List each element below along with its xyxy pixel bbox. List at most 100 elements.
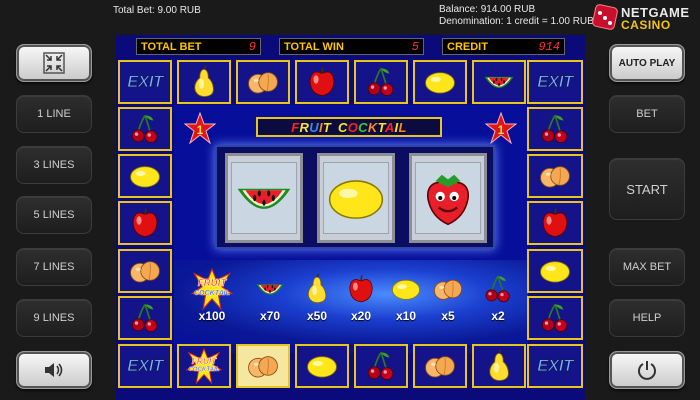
lemon-cell (295, 344, 349, 388)
netgame-casino-logo: NETGAME CASINO (590, 2, 700, 34)
apricot-icon (432, 271, 464, 307)
logo-line2: CASINO (621, 18, 671, 32)
title-letter: C (358, 119, 368, 135)
title-letter: T (322, 119, 332, 135)
game-title: FRUIT COCKTAIL (256, 117, 442, 137)
cherry-icon (482, 271, 514, 307)
power-icon (636, 359, 658, 381)
exit-label: EXIT (127, 356, 164, 376)
title-letter (331, 120, 335, 135)
multiplier-label: x2 (491, 309, 505, 323)
line5-button[interactable]: 5 LINES (16, 196, 92, 234)
paytable-item-pear: x50 (301, 271, 333, 323)
reels-window (215, 145, 495, 249)
apricot-icon (540, 166, 570, 188)
hud-total-bet-label: TOTAL BET (141, 40, 202, 53)
star-1-right-icon: 1 (485, 112, 517, 144)
apricot-icon (248, 356, 278, 378)
title-letter: O (347, 119, 359, 135)
help-button[interactable]: HELP (609, 299, 685, 337)
game-title-text: FRUIT COCKTAIL (291, 120, 406, 135)
apricot-cell (236, 344, 290, 388)
reel-3 (409, 153, 487, 243)
collapse-arrows-icon (43, 52, 65, 74)
watermelon-cell (472, 60, 526, 104)
exit-cell: EXIT (118, 344, 172, 388)
paytable-item-watermelon: x70 (254, 271, 286, 323)
multiplier-label: x100 (198, 309, 226, 323)
auto-play-button[interactable]: AUTO PLAY (609, 44, 685, 82)
line3-button[interactable]: 3 LINES (16, 146, 92, 184)
apricot-icon (130, 261, 160, 283)
game-field: TOTAL BET 9 TOTAL WIN 5 CREDIT 914 EXIT E… (116, 35, 585, 400)
paytable-item-fruit-cocktail: FRUIT COCKTAIL x100 (190, 267, 234, 323)
strawberry-icon (427, 174, 469, 226)
fruit-cocktail-cell: FRUIT COCKTAIL (177, 344, 231, 388)
fruit-cocktail-icon: FRUIT COCKTAIL (185, 347, 223, 385)
lemon-icon (425, 72, 455, 94)
hud-total-win-label: TOTAL WIN (284, 40, 344, 53)
bet-button[interactable]: BET (609, 95, 685, 133)
lemon-cell (527, 249, 583, 293)
apricot-cell (527, 154, 583, 198)
apple-icon (542, 208, 568, 238)
lemon-icon (540, 261, 570, 283)
hud-total-win-value: 5 (411, 39, 419, 54)
line9-button[interactable]: 9 LINES (16, 299, 92, 337)
paytable-item-apple: x20 (345, 271, 377, 323)
hud-total-bet-value: 9 (248, 39, 256, 54)
hud-credit-label: CREDIT (447, 40, 488, 53)
hud-total-bet: TOTAL BET 9 (136, 38, 261, 55)
reel-1 (225, 153, 303, 243)
power-button[interactable] (609, 351, 685, 389)
total-bet-info: Total Bet: 9.00 RUB (113, 5, 201, 16)
lemon-icon (130, 166, 160, 188)
exit-cell: EXIT (527, 60, 583, 104)
exit-cell: EXIT (118, 60, 172, 104)
cherry-cell (527, 107, 583, 151)
pear-cell (472, 344, 526, 388)
svg-text:1: 1 (197, 123, 204, 137)
cherry-icon (131, 303, 158, 333)
title-letter: L (398, 119, 407, 135)
lemon-icon (307, 356, 337, 378)
hud-credit-value: 914 (538, 39, 560, 54)
cherry-cell (118, 296, 172, 340)
title-letter: U (309, 119, 319, 135)
lemon-icon (390, 271, 422, 307)
watermelon-icon (237, 188, 291, 209)
title-letter: R (299, 119, 310, 135)
apricot-cell (236, 60, 290, 104)
apple-icon (309, 67, 335, 97)
multiplier-label: x10 (395, 309, 417, 323)
paytable-item-cherry: x2 (482, 271, 514, 323)
cherry-cell (354, 60, 408, 104)
lemon-cell (413, 60, 467, 104)
exit-label: EXIT (127, 72, 164, 92)
apple-cell (295, 60, 349, 104)
apple-cell (118, 201, 172, 245)
exit-label: EXIT (537, 356, 574, 376)
top-info-bar: Total Bet: 9.00 RUB Balance: 914.00 RUB … (0, 0, 700, 34)
title-letter: F (291, 119, 300, 135)
watermelon-icon (254, 271, 286, 307)
title-letter: C (338, 119, 348, 135)
paytable-item-apricot: x5 (432, 271, 464, 323)
reel-2 (317, 153, 395, 243)
start-button[interactable]: START (609, 158, 685, 220)
title-letter: K (367, 119, 378, 135)
watermelon-icon (484, 76, 514, 88)
line1-button[interactable]: 1 LINE (16, 95, 92, 133)
max-bet-button[interactable]: MAX BET (609, 248, 685, 286)
cherry-cell (354, 344, 408, 388)
title-letter: T (377, 119, 385, 135)
line7-button[interactable]: 7 LINES (16, 248, 92, 286)
sound-button[interactable] (16, 351, 92, 389)
lemon-cell (118, 154, 172, 198)
pear-icon (194, 65, 214, 97)
cherry-icon (541, 303, 568, 333)
fullscreen-button[interactable] (16, 44, 92, 82)
multiplier-label: x20 (350, 309, 372, 323)
hud-credit: CREDIT 914 (442, 38, 565, 55)
cherry-icon (367, 67, 394, 97)
